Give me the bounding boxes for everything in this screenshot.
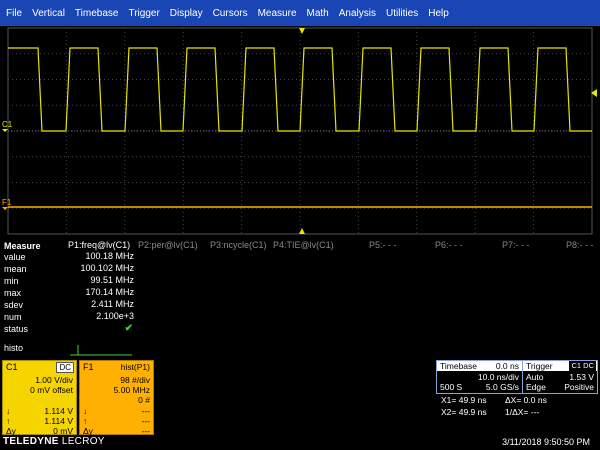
row-mean-label: mean [4,264,27,274]
param-p1[interactable]: P1:freq@lv(C1) [68,240,130,250]
f1-fdiv: 5.00 MHz [113,385,150,395]
timebase-header: Timebase 0.0 ns [437,361,522,371]
histo-thumbnail[interactable] [70,342,140,356]
c1-coupling-tag: DC [56,362,74,373]
trigger-type: Edge [526,382,546,392]
c1-row2-val: 1.114 V [44,416,73,426]
trigger-level: 1.53 V [569,372,594,382]
menu-timebase[interactable]: Timebase [71,8,123,19]
menu-display[interactable]: Display [166,8,207,19]
row-value-label: value [4,252,26,262]
c1-channel-box[interactable]: C1 DC 1.00 V/div 0 mV offset ↓ 1.114 V ↑… [2,360,77,436]
row-min-label: min [4,276,19,286]
histo-label: histo [4,343,24,353]
trigger-time-marker-top [299,28,305,34]
menu-analysis[interactable]: Analysis [335,8,380,19]
f1-row1-val: --- [141,406,151,416]
c1-row3-val: 0 mV [53,426,73,436]
f1-title: F1 [83,362,94,372]
menu-utilities[interactable]: Utilities [382,8,422,19]
row-status-label: status [4,324,29,334]
param-p3[interactable]: P3:ncycle(C1) [210,240,267,250]
timebase-rate: 5.0 GS/s [485,382,519,392]
trigger-slope: Positive [564,382,594,392]
brand-logo: TELEDYNE LECROY [3,436,105,447]
f1-source: hist(P1) [120,362,150,372]
row-max-val: 170.14 MHz [85,287,134,297]
menu-bar: File Vertical Timebase Trigger Display C… [0,0,600,26]
row-num-val: 2.100e+3 [96,311,134,321]
trigger-mode: Auto [526,372,544,382]
c1-row2-label: ↑ [6,416,11,426]
menu-cursors[interactable]: Cursors [209,8,252,19]
c1-offset: 0 mV offset [30,385,73,395]
c1-marker-label: C1 [2,120,13,129]
row-max-label: max [4,288,22,298]
f1-row2-val: --- [141,416,151,426]
cursor-x1: X1= 49.9 ns [441,395,487,405]
param-p7[interactable]: P7:- - - [502,240,530,250]
f1-marker-label: F1 [2,198,12,207]
f1-count: 0 # [138,395,150,405]
c1-row1-val: 1.114 V [44,406,73,416]
trigger-header: Trigger C1 DC [523,361,597,371]
c1-ground-marker [2,129,8,132]
row-min-val: 99.51 MHz [90,275,134,285]
timebase-label: Timebase [440,361,478,371]
timebase-tdiv: 10.0 ns/div [477,372,519,382]
datetime: 3/11/2018 9:50:50 PM [502,437,590,447]
brand-teledyne: TELEDYNE [3,436,59,447]
brand-lecroy: LECROY [61,436,105,447]
measure-panel: Measure P1:freq@lv(C1) P2:per@lv(C1) P3:… [0,236,600,351]
menu-file[interactable]: File [2,8,26,19]
row-mean-val: 100.102 MHz [80,263,134,273]
param-p8[interactable]: P8:- - - [566,240,594,250]
menu-measure[interactable]: Measure [254,8,301,19]
f1-ground-marker [2,207,8,210]
f1-row2-label: ↑ [83,416,88,426]
param-p2[interactable]: P2:per@lv(C1) [138,240,198,250]
menu-help[interactable]: Help [424,8,453,19]
f1-row3-label: Δy [83,426,93,436]
timebase-samples: 500 S [440,382,463,392]
timebase-delay: 0.0 ns [495,361,519,371]
c1-title: C1 [6,362,18,372]
c1-row3-label: Δy [6,426,16,436]
trigger-box[interactable]: Trigger C1 DC Auto 1.53 V Edge Positive [522,360,598,394]
f1-row3-val: --- [141,426,151,436]
cursor-dx: ΔX= 0.0 ns [505,395,547,405]
row-num-label: num [4,312,22,322]
trigger-source-tag: C1 DC [569,361,596,371]
cursor-x2: X2= 49.9 ns [441,407,487,417]
param-p5[interactable]: P5:- - - [369,240,397,250]
f1-row1-label: ↓ [83,406,88,416]
param-p6[interactable]: P6:- - - [435,240,463,250]
f1-math-box[interactable]: F1 hist(P1) 98 #/div 5.00 MHz 0 # ↓ --- … [79,360,154,436]
row-sdev-label: sdev [4,300,24,310]
status-check-icon: ✔ [124,323,133,334]
cursor-inv-dx: 1/ΔX= --- [505,407,540,417]
c1-row1-label: ↓ [6,406,11,416]
row-value-val: 100.18 MHz [85,251,134,261]
menu-math[interactable]: Math [303,8,333,19]
waveform-svg: C1 F1 [2,27,597,235]
trigger-label: Trigger [526,361,553,371]
waveform-grid[interactable]: C1 F1 [0,26,600,236]
timebase-box[interactable]: Timebase 0.0 ns 10.0 ns/div 500 S 5.0 GS… [436,360,523,394]
param-p4[interactable]: P4:TIE@lv(C1) [273,240,334,250]
c1-vdiv: 1.00 V/div [35,375,73,385]
row-sdev-val: 2.411 MHz [91,299,134,309]
f1-hdiv: 98 #/div [120,375,150,385]
menu-vertical[interactable]: Vertical [28,8,69,19]
menu-trigger[interactable]: Trigger [124,8,163,19]
